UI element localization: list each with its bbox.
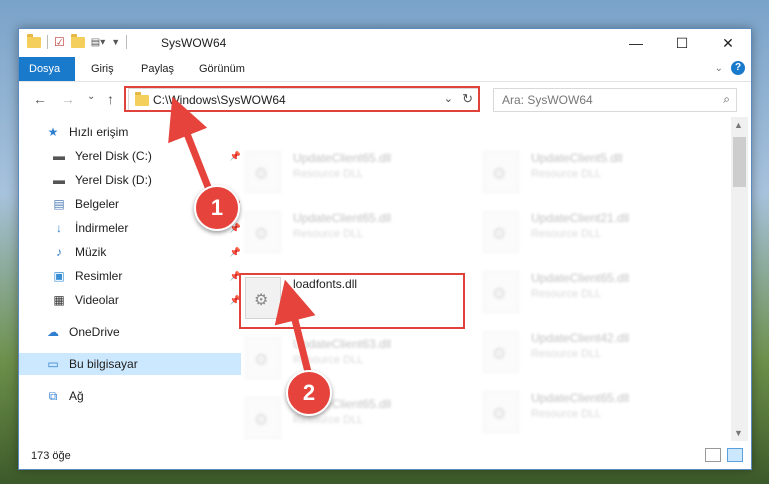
callout-step-2: 2 bbox=[286, 370, 332, 416]
callout-step-1: 1 bbox=[194, 185, 240, 231]
arrow-to-address bbox=[168, 96, 214, 194]
arrow-to-file bbox=[274, 279, 316, 373]
annotation-arrows bbox=[168, 96, 316, 373]
